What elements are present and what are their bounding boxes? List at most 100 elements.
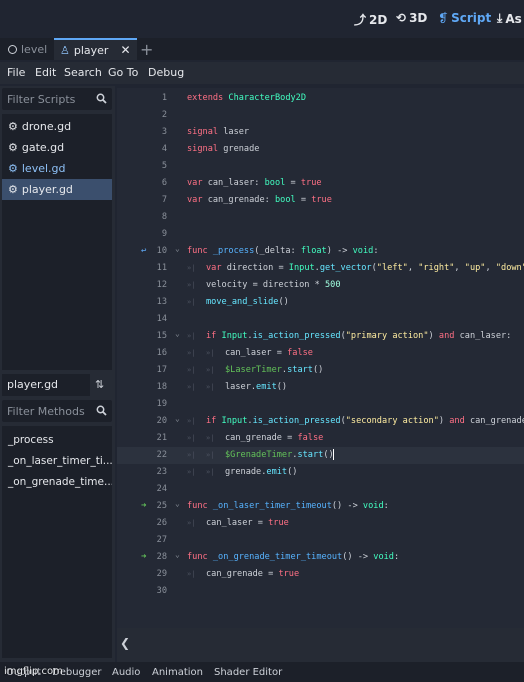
code-line[interactable]: 17 »| »| $LaserTimer.start() xyxy=(117,362,524,379)
script-item-drone[interactable]: ⚙ drone.gd xyxy=(2,116,112,137)
indent-guide: »| xyxy=(187,349,196,357)
line-number: 10 xyxy=(156,246,167,256)
menu-search[interactable]: Search xyxy=(64,66,102,79)
method-item[interactable]: _on_grenade_time... xyxy=(2,471,112,492)
workspace-label: Script xyxy=(451,11,492,25)
code-text: func _on_laser_timer_timeout() -> void: xyxy=(187,501,389,511)
code-line[interactable]: 2 xyxy=(117,107,524,124)
menu-edit[interactable]: Edit xyxy=(35,66,56,79)
script-item-player[interactable]: ⚙ player.gd xyxy=(2,179,112,200)
code-line[interactable]: 6 var can_laser: bool = true xyxy=(117,175,524,192)
code-text: extends CharacterBody2D xyxy=(187,93,307,103)
gear-icon: ⚙ xyxy=(8,183,18,196)
code-line[interactable]: 8 xyxy=(117,209,524,226)
code-line[interactable]: 22 »| »| $GrenadeTimer.start() xyxy=(117,447,524,464)
code-line[interactable]: 16 »| »| can_laser = false xyxy=(117,345,524,362)
signal-connection-icon[interactable]: ➜ xyxy=(141,498,146,515)
code-text: var direction = Input.get_vector("left",… xyxy=(206,263,524,273)
override-icon[interactable]: ↩ xyxy=(141,243,146,260)
tab-label: level xyxy=(21,42,48,56)
line-number: 12 xyxy=(156,280,167,290)
indent-guide: »| xyxy=(187,281,196,289)
menu-goto[interactable]: Go To xyxy=(108,66,138,79)
code-line[interactable]: 4 signal grenade xyxy=(117,141,524,158)
script-name: player.gd xyxy=(21,183,73,196)
fold-chevron-icon[interactable]: ⌄ xyxy=(175,410,180,427)
code-line[interactable]: 12 »| velocity = direction * 500 xyxy=(117,277,524,294)
code-line[interactable]: 7 var can_grenade: bool = true xyxy=(117,192,524,209)
tab-label: player xyxy=(73,43,109,57)
code-line[interactable]: ↩ 10 ⌄ func _process(_delta: float) -> void… xyxy=(117,243,524,260)
method-list: _process _on_laser_timer_ti... _on_grena… xyxy=(2,426,112,658)
scene-tab-bar: level ♙ player ✕ + xyxy=(0,38,524,60)
code-text: if Input.is_action_pressed("secondary ac… xyxy=(206,416,524,426)
tab-level[interactable]: level xyxy=(2,38,53,60)
workspace-as[interactable]: ⤓ As xyxy=(497,11,522,26)
signal-connection-icon[interactable]: ➜ xyxy=(141,549,146,566)
sort-icon[interactable]: ⇅ xyxy=(95,378,104,391)
menu-debug[interactable]: Debug xyxy=(148,66,184,79)
workspace-2d[interactable]: ⤴ 2D xyxy=(354,11,387,28)
indent-guide: »| xyxy=(206,383,215,391)
code-text: func _process(_delta: float) -> void: xyxy=(187,246,379,256)
indent-guide: »| xyxy=(187,264,196,272)
menu-file[interactable]: File xyxy=(7,66,25,79)
script-item-gate[interactable]: ⚙ gate.gd xyxy=(2,137,112,158)
code-line[interactable]: 1 extends CharacterBody2D xyxy=(117,90,524,107)
indent-guide: »| xyxy=(187,570,196,578)
indent-guide: »| xyxy=(206,451,215,459)
node-icon xyxy=(8,44,17,54)
collapse-panel-button[interactable]: ❮ xyxy=(120,636,130,650)
code-text: move_and_slide() xyxy=(206,297,289,307)
code-editor[interactable]: 1 extends CharacterBody2D 2 3 signal laser 4 s… xyxy=(117,88,524,662)
tab-player[interactable]: ♙ player ✕ xyxy=(54,38,137,60)
code-line[interactable]: ➜ 28 ⌄ func _on_grenade_timer_timeout() -> … xyxy=(117,549,524,566)
workspace-3d[interactable]: ⟲ 3D xyxy=(396,11,427,25)
code-line[interactable]: 18 »| »| laser.emit() xyxy=(117,379,524,396)
code-line[interactable]: 20 ⌄ »| if Input.is_action_pressed("seconda… xyxy=(117,413,524,430)
bottom-tab-audio[interactable]: Audio xyxy=(112,667,140,678)
filter-scripts-input[interactable]: Filter Scripts xyxy=(2,88,112,110)
indent-guide: »| xyxy=(206,434,215,442)
fold-chevron-icon[interactable]: ⌄ xyxy=(175,240,180,257)
code-line[interactable]: 21 »| »| can_grenade = false xyxy=(117,430,524,447)
script-name: gate.gd xyxy=(21,141,65,154)
script-name: drone.gd xyxy=(21,120,72,133)
code-line[interactable]: 29 »| can_grenade = true xyxy=(117,566,524,583)
2d-icon: ⤴ xyxy=(354,13,367,27)
code-line[interactable]: 13 »| move_and_slide() xyxy=(117,294,524,311)
fold-chevron-icon[interactable]: ⌄ xyxy=(175,325,180,342)
code-line[interactable]: 5 xyxy=(117,158,524,175)
fold-chevron-icon[interactable]: ⌄ xyxy=(175,495,180,512)
code-line[interactable]: 15 ⌄ »| if Input.is_action_pressed("primary… xyxy=(117,328,524,345)
workspace-script[interactable]: ❡ Script xyxy=(438,11,491,25)
method-item[interactable]: _process xyxy=(2,429,112,450)
code-line[interactable]: 3 signal laser xyxy=(117,124,524,141)
assetlib-icon: ⤓ xyxy=(497,11,503,25)
script-item-level[interactable]: ⚙ level.gd xyxy=(2,158,112,179)
code-line[interactable]: 23 »| »| grenade.emit() xyxy=(117,464,524,481)
code-text: $GrenadeTimer.start() xyxy=(225,449,334,460)
fold-chevron-icon[interactable]: ⌄ xyxy=(175,546,180,563)
method-item[interactable]: _on_laser_timer_ti... xyxy=(2,450,112,471)
indent-guide: »| xyxy=(187,298,196,306)
add-tab-button[interactable]: + xyxy=(134,38,159,60)
line-number: 7 xyxy=(161,195,167,205)
script-list: ⚙ drone.gd ⚙ gate.gd ⚙ level.gd ⚙ player.gd xyxy=(2,114,112,370)
code-line[interactable]: 26 »| can_laser = true xyxy=(117,515,524,532)
code-line[interactable]: 30 xyxy=(117,583,524,600)
code-line[interactable]: ➜ 25 ⌄ func _on_laser_timer_timeout() -> vo… xyxy=(117,498,524,515)
line-number: 21 xyxy=(156,433,167,443)
bottom-tab-animation[interactable]: Animation xyxy=(152,667,203,678)
indent-guide: »| xyxy=(187,383,196,391)
filter-methods-input[interactable]: Filter Methods xyxy=(2,400,112,422)
code-text: grenade.emit() xyxy=(225,467,298,477)
menu-bar: File Edit Search Go To Debug xyxy=(0,62,524,84)
code-line[interactable]: 11 »| var direction = Input.get_vector("le… xyxy=(117,260,524,277)
code-area[interactable]: 1 extends CharacterBody2D 2 3 signal laser 4 s… xyxy=(117,88,524,628)
3d-icon: ⟲ xyxy=(396,11,407,25)
bottom-tab-shader-editor[interactable]: Shader Editor xyxy=(214,667,282,678)
line-number: 19 xyxy=(156,399,167,409)
close-icon[interactable]: ✕ xyxy=(120,43,130,57)
line-number: 4 xyxy=(161,144,167,154)
